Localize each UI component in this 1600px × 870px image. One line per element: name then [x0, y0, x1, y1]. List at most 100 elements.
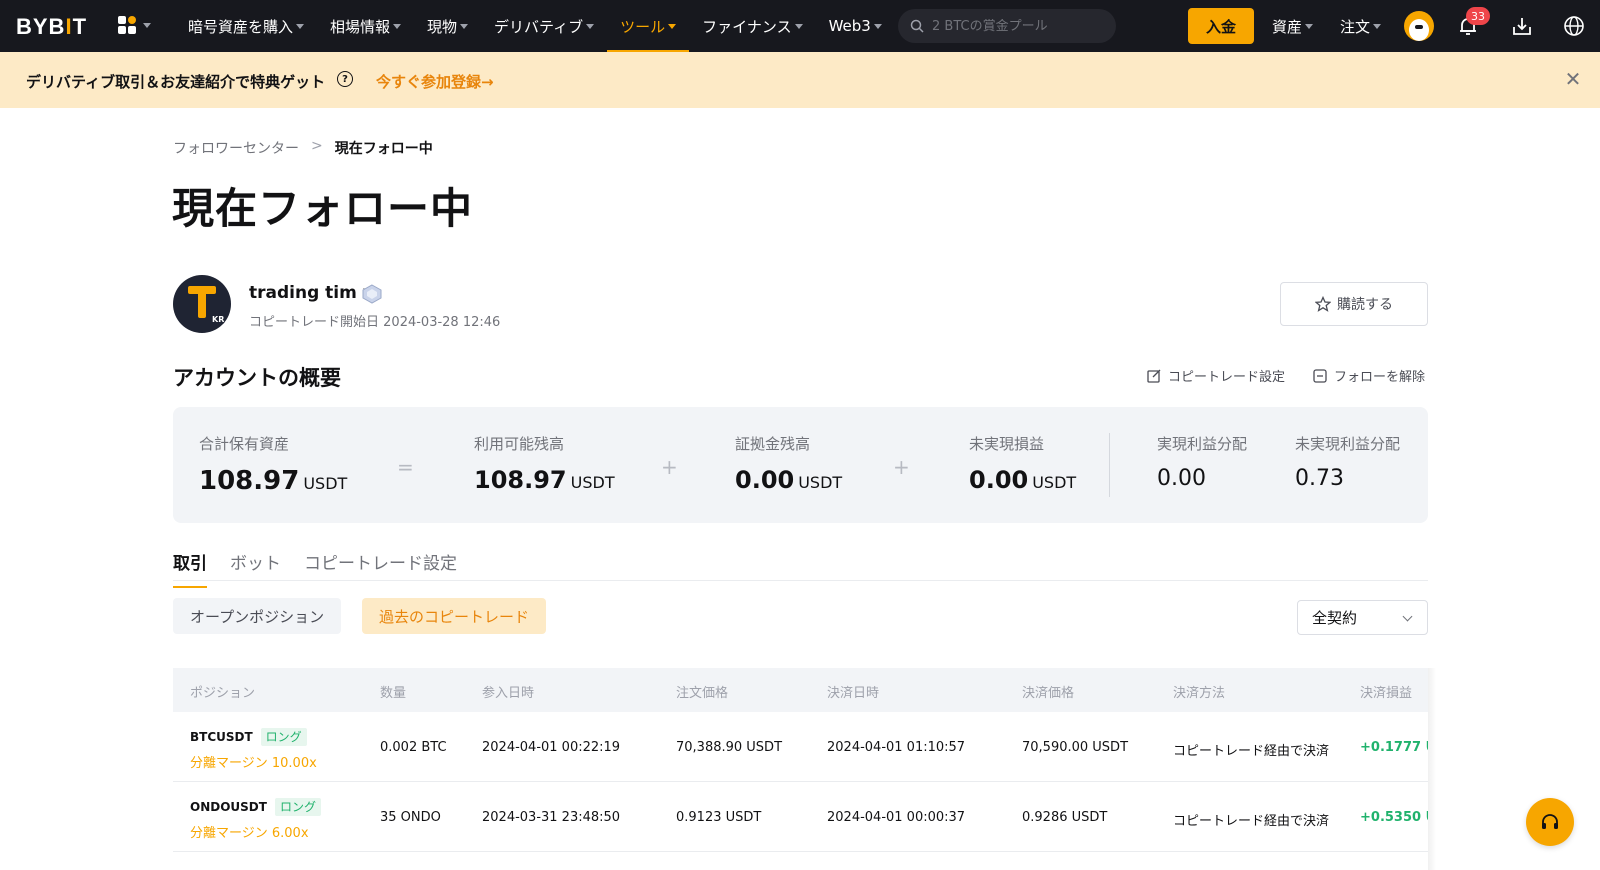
copy-start-date: コピートレード開始日 2024-03-28 12:46 — [249, 311, 500, 330]
nav-buy-crypto[interactable]: 暗号資産を購入 — [175, 0, 317, 52]
copy-start-label: コピートレード開始日 — [249, 315, 380, 330]
promo-text: デリバティブ取引＆お友達紹介で特典ゲット — [26, 73, 326, 91]
past-copy-trades-tab[interactable]: 過去のコピートレード — [362, 598, 547, 634]
help-icon[interactable]: ? — [337, 71, 353, 87]
subscribe-button[interactable]: 購読する — [1280, 282, 1428, 326]
close-icon[interactable]: ✕ — [1562, 67, 1584, 91]
orders-menu[interactable]: 注文 — [1340, 0, 1382, 52]
column-header: 決済損益 — [1360, 686, 1413, 701]
qty-cell: 0.002 BTC — [380, 740, 447, 755]
summary-value: 108.97 — [199, 466, 300, 496]
star-icon — [1315, 296, 1331, 312]
nav-markets[interactable]: 相場情報 — [317, 0, 414, 52]
column-header: 数量 — [380, 686, 407, 701]
tab-bots[interactable]: ボット — [230, 549, 281, 586]
tab-trades[interactable]: 取引 — [173, 549, 207, 588]
symbol: BTCUSDT — [190, 730, 253, 744]
summary-label: 利用可能残高 — [474, 435, 565, 453]
nav-web3[interactable]: Web3 — [816, 0, 895, 52]
chevron-down-icon — [393, 23, 402, 29]
top-nav: BYBIT 暗号資産を購入 相場情報 現物 デリバティブ ツール ファイナンス … — [0, 0, 1600, 52]
bybit-logo[interactable]: BYBIT — [16, 14, 87, 40]
table-header: ポジション 数量 参入日時 注文価格 決済日時 決済価格 決済方法 決済損益 — [173, 668, 1428, 712]
summary-value: 0.00 — [969, 466, 1029, 494]
headset-icon — [1542, 814, 1558, 829]
chevron-down-icon — [1402, 611, 1413, 622]
trade-history-table: ポジション 数量 参入日時 注文価格 決済日時 決済価格 決済方法 決済損益 B… — [173, 668, 1428, 870]
chevron-down-icon — [668, 23, 677, 29]
contract-filter-select[interactable]: 全契約 — [1297, 600, 1428, 635]
close-time-cell: 2024-04-01 01:10:57 — [827, 740, 966, 755]
promo-signup-link[interactable]: 今すぐ参加登録→ — [376, 71, 494, 92]
breadcrumb: フォロワーセンター > 現在フォロー中 — [173, 138, 433, 158]
copy-settings-label: コピートレード設定 — [1168, 370, 1286, 385]
summary-label: 未実現利益分配 — [1295, 435, 1401, 453]
column-header: 決済日時 — [827, 686, 880, 701]
side-tag: ロング — [274, 798, 321, 816]
search-box[interactable] — [898, 9, 1116, 43]
breadcrumb-separator: > — [311, 138, 323, 154]
language-button[interactable] — [1560, 12, 1588, 40]
tab-copy-settings[interactable]: コピートレード設定 — [304, 549, 457, 586]
open-positions-tab[interactable]: オープンポジション — [173, 598, 342, 634]
qty-cell: 35 ONDO — [380, 810, 441, 825]
summary-label: 合計保有資産 — [199, 435, 290, 453]
available-balance: 利用可能残高 108.97 USDT — [474, 433, 615, 494]
copy-settings-link[interactable]: コピートレード設定 — [1146, 366, 1285, 385]
unfollow-label: フォローを解除 — [1334, 370, 1426, 385]
margin-balance: 証拠金残高 0.00 USDT — [735, 433, 842, 494]
search-icon — [910, 19, 924, 33]
subscribe-label: 購読する — [1337, 296, 1393, 312]
summary-value: 108.97 — [474, 466, 567, 494]
account-summary-card: 合計保有資産 108.97 USDT = 利用可能残高 108.97 USDT + … — [173, 407, 1428, 523]
trader-name[interactable]: trading tim x — [249, 283, 374, 303]
order-price-cell: 0.9123 USDT — [676, 810, 762, 825]
plus-operator: + — [893, 455, 910, 479]
nav-label: Web3 — [828, 17, 871, 35]
close-method-cell: コピートレード経由で決済 — [1173, 814, 1330, 829]
orders-label: 注文 — [1340, 17, 1371, 36]
equals-operator: = — [397, 455, 414, 479]
customer-support-button[interactable] — [1526, 798, 1574, 846]
order-price-cell: 70,388.90 USDT — [676, 740, 783, 755]
nav-tools[interactable]: ツール — [607, 0, 690, 52]
column-header: ポジション — [190, 686, 256, 701]
apps-menu-button[interactable] — [118, 16, 151, 34]
nav-label: 現物 — [427, 17, 458, 36]
chevron-down-icon — [873, 23, 882, 29]
column-header: 参入日時 — [482, 686, 535, 701]
trader-avatar[interactable]: KR — [173, 275, 231, 333]
deposit-button[interactable]: 入金 — [1188, 8, 1254, 44]
page-title: 現在フォロー中 — [172, 184, 474, 233]
unfollow-link[interactable]: フォローを解除 — [1312, 366, 1425, 385]
search-input[interactable] — [932, 18, 1102, 34]
user-avatar[interactable] — [1404, 11, 1434, 41]
table-row[interactable]: BTCUSDT ロング 分離マージン 10.00x 0.002 BTC 2024-… — [173, 712, 1428, 782]
position-cell: ONDOUSDT ロング — [190, 798, 321, 816]
contract-filter-value: 全契約 — [1312, 609, 1358, 627]
symbol: ONDOUSDT — [190, 800, 267, 814]
plus-operator: + — [661, 455, 678, 479]
close-time-cell: 2024-04-01 00:00:37 — [827, 810, 966, 825]
globe-icon — [1564, 16, 1584, 36]
chevron-down-icon — [143, 22, 151, 28]
region-label: KR — [211, 315, 226, 324]
breadcrumb-follower-center[interactable]: フォロワーセンター — [173, 138, 299, 158]
assets-label: 資産 — [1272, 17, 1303, 36]
realized-profit-share: 実現利益分配 0.00 — [1157, 433, 1247, 491]
notification-count-badge: 33 — [1466, 7, 1490, 25]
download-app-button[interactable] — [1508, 12, 1536, 40]
unrealized-profit-share: 未実現利益分配 0.73 — [1295, 433, 1400, 491]
nav-label: ツール — [620, 17, 666, 36]
nav-label: デリバティブ — [494, 17, 584, 36]
nav-finance[interactable]: ファイナンス — [689, 0, 815, 52]
nav-spot[interactable]: 現物 — [414, 0, 481, 52]
assets-menu[interactable]: 資産 — [1272, 0, 1314, 52]
table-row[interactable]: ONDOUSDT ロング 分離マージン 6.00x 35 ONDO 2024-03… — [173, 782, 1428, 852]
margin-mode: 分離マージン 10.00x — [190, 756, 317, 771]
summary-divider — [1109, 433, 1110, 497]
nav-derivatives[interactable]: デリバティブ — [481, 0, 607, 52]
summary-unit: USDT — [798, 473, 843, 492]
nav-label: 暗号資産を購入 — [188, 17, 294, 36]
chevron-down-icon — [794, 23, 803, 29]
